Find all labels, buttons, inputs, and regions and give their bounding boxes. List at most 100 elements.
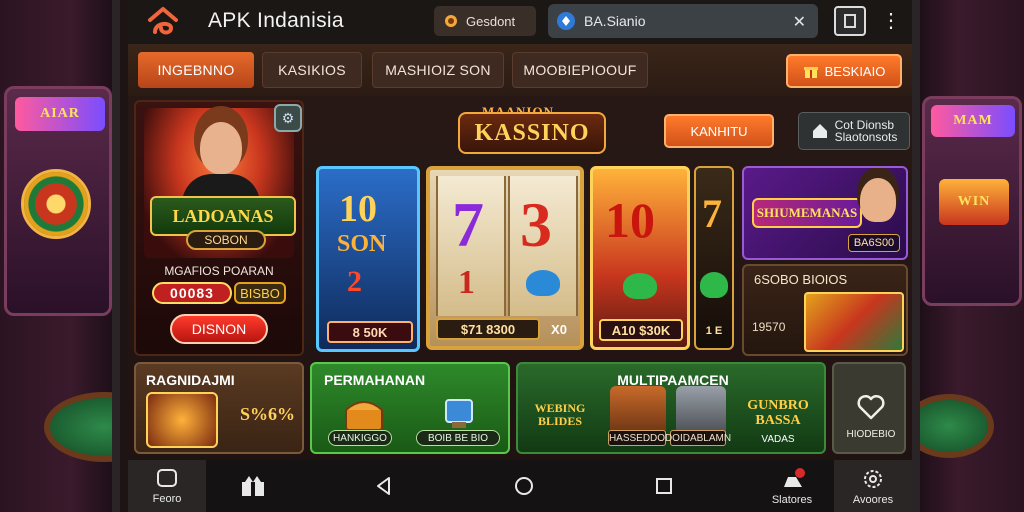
search-button-label: Gesdont (466, 13, 516, 29)
promo-counter: 00083 (152, 282, 232, 304)
kassino-logo: KASSINO (458, 112, 606, 154)
back-icon (377, 477, 390, 495)
main-caption-suffix: X0 (551, 321, 567, 337)
slot-game-gold[interactable]: 10 A10 $30K (590, 166, 690, 350)
disnon-button[interactable]: DISNON (170, 314, 268, 344)
house-icon (812, 124, 827, 138)
menu-icon[interactable]: ⋮ (880, 8, 902, 33)
blue-top-number: 10 (339, 188, 377, 230)
c1-art (146, 392, 218, 448)
treasure-chest-icon (345, 401, 383, 431)
brown-number: 19570 (752, 320, 786, 334)
arcade-marquee-left: AIAR (15, 97, 105, 131)
green-heart-symbol-2 (700, 272, 728, 298)
close-tab-icon[interactable]: ✕ (793, 12, 806, 32)
search-button[interactable]: Gesdont (434, 6, 536, 36)
slot-game-blue[interactable]: 10 SON 2 8 50K (316, 166, 420, 352)
nav-home-label: Feoro (152, 492, 182, 505)
tab-text: BA.Sianio (584, 13, 646, 29)
c2-title: PERMAHANAN (324, 372, 426, 388)
hostess-portrait (200, 122, 242, 174)
main-left-top: 7 (452, 189, 484, 260)
c3-right-sub: VADAS (761, 434, 795, 445)
tabs-icon-inner (844, 14, 856, 28)
heart-icon (857, 394, 885, 420)
tabs-icon[interactable] (834, 6, 866, 36)
promo-card[interactable]: LADOANAS SOBON ⚙ MGAFIOS POARAN 00083 BI… (134, 100, 304, 356)
tab-moobiepioouf[interactable]: MOOBIEPIOOUF (512, 52, 648, 88)
promo-sub-badge: SOBON (186, 230, 266, 250)
scene: AIAR MAM WIN APK Indanisia Gesdont BA.Si… (0, 0, 1024, 512)
main-right-top: 3 (520, 189, 552, 260)
settings-button-text: Cot Dionsb Slaotonsots (835, 119, 898, 143)
nav-gift[interactable] (228, 460, 278, 512)
settings-line2: Slaotonsots (834, 130, 898, 144)
app-screen: APK Indanisia Gesdont BA.Sianio ✕ ⋮ INGE… (128, 0, 912, 512)
gold-caption: A10 $30K (599, 319, 683, 341)
c1-title: RAGNIDAJMI (146, 372, 235, 388)
arcade-screen-right: WIN (939, 179, 1009, 225)
nav-back[interactable] (364, 460, 404, 512)
app-title: APK Indanisia (208, 9, 344, 32)
arcade-backdrop-right: MAM WIN (904, 0, 1024, 512)
nav-recents[interactable] (644, 460, 684, 512)
slot-game-dark[interactable]: 7 1 E (694, 166, 734, 350)
game-card-shiumemanas[interactable]: SHIUMEMANAS BA6S00 (742, 166, 908, 260)
phone-frame: APK Indanisia Gesdont BA.Sianio ✕ ⋮ INGE… (112, 0, 920, 512)
bell-icon (784, 467, 805, 487)
favorites-card[interactable]: HIODEBIO (832, 362, 906, 454)
arcade-cabinet-left: AIAR (4, 86, 112, 316)
purple-badge: SHIUMEMANAS (752, 198, 862, 228)
kanhitu-button[interactable]: KANHITU (664, 114, 774, 148)
category-nav: INGEBNNO KASIKIOS MASHIOIZ SON MOOBIEPIO… (128, 44, 912, 96)
gear-icon[interactable]: ⚙ (274, 104, 302, 132)
category-permahanan[interactable]: PERMAHANAN HANKIGGO BOIB BE BIO (310, 362, 510, 454)
kanhitu-label: KANHITU (690, 123, 748, 139)
beskiaio-label: BESKIAIO (824, 63, 886, 79)
category-multipaamcen[interactable]: MULTIPAAMCEN WEBING BLIDES HASSEDDO DOID… (516, 362, 826, 454)
tab-kasikios[interactable]: KASIKIOS (262, 52, 362, 88)
gift-icon (803, 67, 818, 78)
green-heart-symbol (623, 273, 657, 299)
browser-tab[interactable]: BA.Sianio ✕ (548, 4, 818, 38)
logo-icon (148, 7, 178, 35)
nav-home-circle[interactable] (504, 460, 544, 512)
settings-button[interactable]: Cot Dionsb Slaotonsots (798, 112, 910, 150)
tab-ingebnno[interactable]: INGEBNNO (138, 52, 254, 88)
c3-pill-1: HASSEDDO (608, 430, 666, 446)
recents-icon (656, 478, 672, 494)
nav-home[interactable]: Feoro (128, 460, 206, 512)
blue-heart-symbol (526, 270, 560, 296)
arcade-marquee-right: MAM (931, 105, 1015, 137)
nav-more-label: Avoores (852, 493, 894, 506)
c2-pill-1: HANKIGGO (328, 430, 392, 446)
promo-art: LADOANAS SOBON (144, 108, 296, 258)
circle-home-icon (515, 477, 533, 495)
brown-title: 6SOBO BIOIOS (754, 272, 848, 287)
search-icon (445, 15, 457, 27)
nav-settings-label: Slatores (771, 493, 813, 506)
c3-left-text: WEBING BLIDES (534, 401, 586, 428)
characters-art (804, 292, 904, 352)
c3-pill-2: DOIDABLAMN (665, 430, 731, 446)
gear-icon (864, 469, 882, 488)
blue-caption: 8 50K (327, 321, 413, 343)
player-portrait (860, 178, 896, 222)
slot-game-main[interactable]: 7 1 3 $71 8300 X0 (426, 166, 584, 350)
trophy-icon (445, 399, 473, 428)
c1-percent: S%6% (240, 404, 296, 424)
blue-mid-text: SON (337, 231, 387, 257)
c2-pill-2: BOIB BE BIO (416, 430, 500, 446)
nav-settings[interactable]: Slatores (752, 460, 832, 512)
beskiaio-button[interactable]: BESKIAIO (786, 54, 902, 88)
nav-more[interactable]: Avoores (834, 460, 912, 512)
gift-box-icon (242, 476, 264, 496)
arcade-cabinet-right: MAM WIN (922, 96, 1022, 306)
main-caption: $71 8300 (436, 318, 540, 340)
favorites-label: HIODEBIO (846, 429, 896, 440)
category-ragnidajmi[interactable]: RAGNIDAJMI S%6% (134, 362, 304, 454)
game-card-bioios[interactable]: 6SOBO BIOIOS 19570 (742, 264, 908, 356)
promo-amount: BISBO (234, 282, 286, 304)
tab-mashioiz-son[interactable]: MASHIOIZ SON (372, 52, 504, 88)
promo-label: MGAFIOS POARAN (164, 264, 274, 278)
